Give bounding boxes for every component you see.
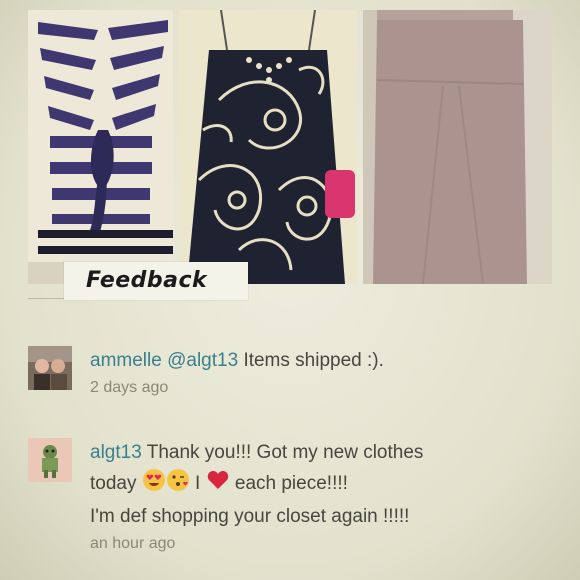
kissing-face-emoji-icon <box>166 468 190 502</box>
red-heart-emoji-icon <box>206 468 230 502</box>
feedback-tab: Feedback <box>64 262 248 300</box>
comment-item: ammelle @algt13 Items shipped :). 2 days… <box>28 346 548 400</box>
section-title: Feedback <box>86 268 208 293</box>
comment-text-line-1: Thank you!!! Got my new clothes <box>146 442 424 463</box>
photo-paisley-dress[interactable] <box>179 10 357 284</box>
item-photo-collage <box>28 10 552 284</box>
comment-text-line-2-end: each piece!!!! <box>234 473 348 494</box>
comment-text-line-3: I'm def shopping your closet again !!!!! <box>90 506 410 527</box>
comment-username[interactable]: algt13 <box>90 442 142 463</box>
comment-username[interactable]: ammelle <box>90 350 162 371</box>
comment-mention[interactable]: @algt13 <box>167 350 238 371</box>
comment-body: ammelle @algt13 Items shipped :). 2 days… <box>90 346 560 400</box>
tab-divider <box>28 298 64 299</box>
comment-text-line-2-start: today <box>90 473 137 494</box>
listing-feedback-screen: Feedback ammelle @algt13 Items shipped :… <box>0 0 580 580</box>
photo-mauve-dress[interactable] <box>363 10 552 284</box>
avatar[interactable] <box>28 346 72 390</box>
comment-text-line-2-i: I <box>195 473 201 494</box>
comment-body: algt13 Thank you!!! Got my new clothes t… <box>90 438 560 556</box>
comment-timestamp: an hour ago <box>90 535 176 552</box>
comment-item: algt13 Thank you!!! Got my new clothes t… <box>28 438 548 558</box>
avatar[interactable] <box>28 438 72 482</box>
photo-striped-top[interactable] <box>28 10 173 284</box>
comment-text: Items shipped :). <box>243 350 384 371</box>
heart-eyes-emoji-icon <box>142 468 166 502</box>
comment-timestamp: 2 days ago <box>90 379 169 396</box>
